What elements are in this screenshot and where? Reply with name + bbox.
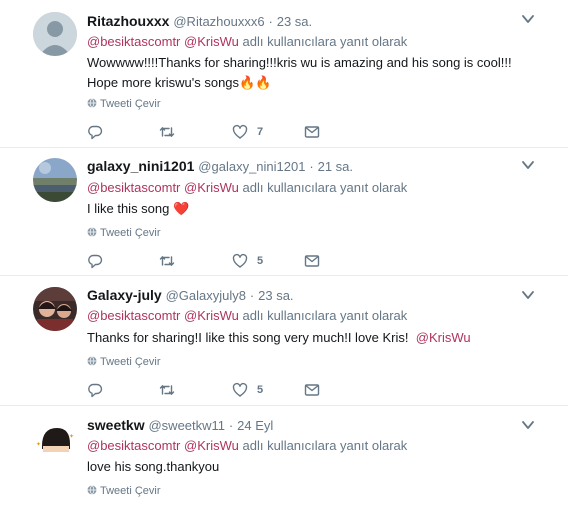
mention-link[interactable]: @KrisWu <box>184 34 239 49</box>
heart-icon <box>232 382 248 397</box>
reply-button[interactable] <box>87 252 103 270</box>
reply-icon <box>88 383 103 398</box>
chevron-down-icon[interactable] <box>521 288 535 302</box>
tweet-actions: 5 <box>87 252 347 270</box>
tweet-text: love his song.thankyou <box>87 459 220 474</box>
tweet-text-body: Thanks for sharing!I like this song very… <box>87 330 409 345</box>
photo-avatar-image <box>33 287 77 331</box>
separator-dot: · <box>249 288 255 303</box>
retweet-icon <box>159 127 175 137</box>
mention-link[interactable]: @KrisWu <box>184 180 239 195</box>
tweet-timestamp[interactable]: 23 sa. <box>277 14 312 29</box>
translate-label[interactable]: Tweeti Çevir <box>100 356 161 368</box>
direct-message-button[interactable] <box>304 381 320 399</box>
avatar[interactable] <box>33 287 77 331</box>
like-count: 7 <box>257 126 264 138</box>
display-name[interactable]: sweetkw <box>87 417 145 433</box>
tweet-actions: 5 <box>87 381 347 399</box>
tweet[interactable]: ✦ ✦ sweetkw @sweetkw11 · 24 Eyl @besikta… <box>0 406 568 505</box>
translate-tweet-link[interactable]: Tweeti Çevir <box>87 226 161 240</box>
retweet-icon <box>159 256 175 266</box>
heart-icon <box>232 253 248 268</box>
tweet[interactable]: galaxy_nini1201 @galaxy_nini1201 · 21 sa… <box>0 148 568 276</box>
tweet-text: I like this song ❤️ <box>87 201 190 216</box>
like-button[interactable]: 5 <box>232 252 263 270</box>
reply-button[interactable] <box>87 381 103 399</box>
tweet-timestamp[interactable]: 21 sa. <box>318 159 353 174</box>
tweet-timestamp[interactable]: 23 sa. <box>258 288 293 303</box>
chevron-down-icon[interactable] <box>521 158 535 172</box>
translate-tweet-link[interactable]: Tweeti Çevir <box>87 355 161 369</box>
reply-icon <box>88 125 103 140</box>
tweet-text: Wowwww!!!!Thanks for sharing!!!kris wu i… <box>87 55 512 90</box>
envelope-icon <box>304 255 320 267</box>
chevron-down-icon[interactable] <box>521 12 535 26</box>
retweet-button[interactable] <box>159 123 175 141</box>
tweet-actions: 7 <box>87 123 347 141</box>
retweet-button[interactable] <box>159 381 175 399</box>
avatar[interactable] <box>33 158 77 202</box>
direct-message-button[interactable] <box>304 252 320 270</box>
default-avatar-icon <box>33 12 77 56</box>
mention-link[interactable]: @KrisWu <box>184 438 239 453</box>
envelope-icon <box>304 126 320 138</box>
mention-link[interactable]: @besiktascomtr <box>87 308 180 323</box>
mention-link[interactable]: @KrisWu <box>416 330 471 345</box>
reply-context-label: adlı kullanıcılara yanıt olarak <box>242 438 408 453</box>
direct-message-button[interactable] <box>304 123 320 141</box>
landscape-avatar-image <box>33 158 77 202</box>
mention-link[interactable]: @besiktascomtr <box>87 180 180 195</box>
chevron-down-icon[interactable] <box>521 418 535 432</box>
retweet-icon <box>159 385 175 395</box>
tweet-timestamp[interactable]: 24 Eyl <box>237 418 273 433</box>
mention-link[interactable]: @besiktascomtr <box>87 438 180 453</box>
separator-dot: · <box>309 159 314 174</box>
globe-icon <box>87 356 97 366</box>
reply-context: @besiktascomtr @KrisWu adlı kullanıcılar… <box>87 180 407 196</box>
user-handle[interactable]: @Galaxyjuly8 <box>166 288 246 303</box>
display-name[interactable]: Galaxy-july <box>87 287 162 303</box>
like-button[interactable]: 5 <box>232 381 263 399</box>
reply-button[interactable] <box>87 123 103 141</box>
globe-icon <box>87 227 97 237</box>
translate-label[interactable]: Tweeti Çevir <box>100 98 161 110</box>
mention-link[interactable]: @KrisWu <box>184 308 239 323</box>
translate-tweet-link[interactable]: Tweeti Çevir <box>87 97 161 111</box>
like-count: 5 <box>257 384 264 396</box>
reply-context-label: adlı kullanıcılara yanıt olarak <box>242 180 408 195</box>
svg-text:✦: ✦ <box>36 441 41 448</box>
reply-icon <box>88 254 103 269</box>
user-handle[interactable]: @Ritazhouxxx6 <box>173 14 264 29</box>
avatar[interactable] <box>33 12 77 56</box>
mention-link[interactable]: @besiktascomtr <box>87 34 180 49</box>
reply-context-label: adlı kullanıcılara yanıt olarak <box>242 308 408 323</box>
like-button[interactable]: 7 <box>232 123 263 141</box>
globe-icon <box>87 98 97 108</box>
retweet-button[interactable] <box>159 252 175 270</box>
tweet[interactable]: Ritazhouxxx @Ritazhouxxx6 · 23 sa. @besi… <box>0 0 568 148</box>
heart-icon <box>232 124 248 139</box>
reply-context: @besiktascomtr @KrisWu adlı kullanıcılar… <box>87 438 407 454</box>
translate-label[interactable]: Tweeti Çevir <box>100 227 161 239</box>
separator-dot: · <box>268 14 273 29</box>
avatar[interactable]: ✦ ✦ <box>33 416 77 460</box>
globe-icon <box>87 485 97 495</box>
like-count: 5 <box>257 255 264 267</box>
envelope-icon <box>304 384 320 396</box>
tweet-text: Thanks for sharing!I like this song very… <box>87 328 537 348</box>
translate-label[interactable]: Tweeti Çevir <box>100 485 161 497</box>
display-name[interactable]: galaxy_nini1201 <box>87 158 194 174</box>
tweet[interactable]: Galaxy-july @Galaxyjuly8 · 23 sa. @besik… <box>0 276 568 406</box>
reply-context: @besiktascomtr @KrisWu adlı kullanıcılar… <box>87 34 407 50</box>
reply-context: @besiktascomtr @KrisWu adlı kullanıcılar… <box>87 308 407 324</box>
user-handle[interactable]: @sweetkw11 <box>148 418 225 433</box>
reply-context-label: adlı kullanıcılara yanıt olarak <box>242 34 408 49</box>
display-name[interactable]: Ritazhouxxx <box>87 13 169 29</box>
user-handle[interactable]: @galaxy_nini1201 <box>198 159 305 174</box>
separator-dot: · <box>228 418 234 433</box>
svg-text:✦: ✦ <box>69 433 74 440</box>
cartoon-avatar-image: ✦ ✦ <box>33 416 77 460</box>
translate-tweet-link[interactable]: Tweeti Çevir <box>87 484 161 498</box>
